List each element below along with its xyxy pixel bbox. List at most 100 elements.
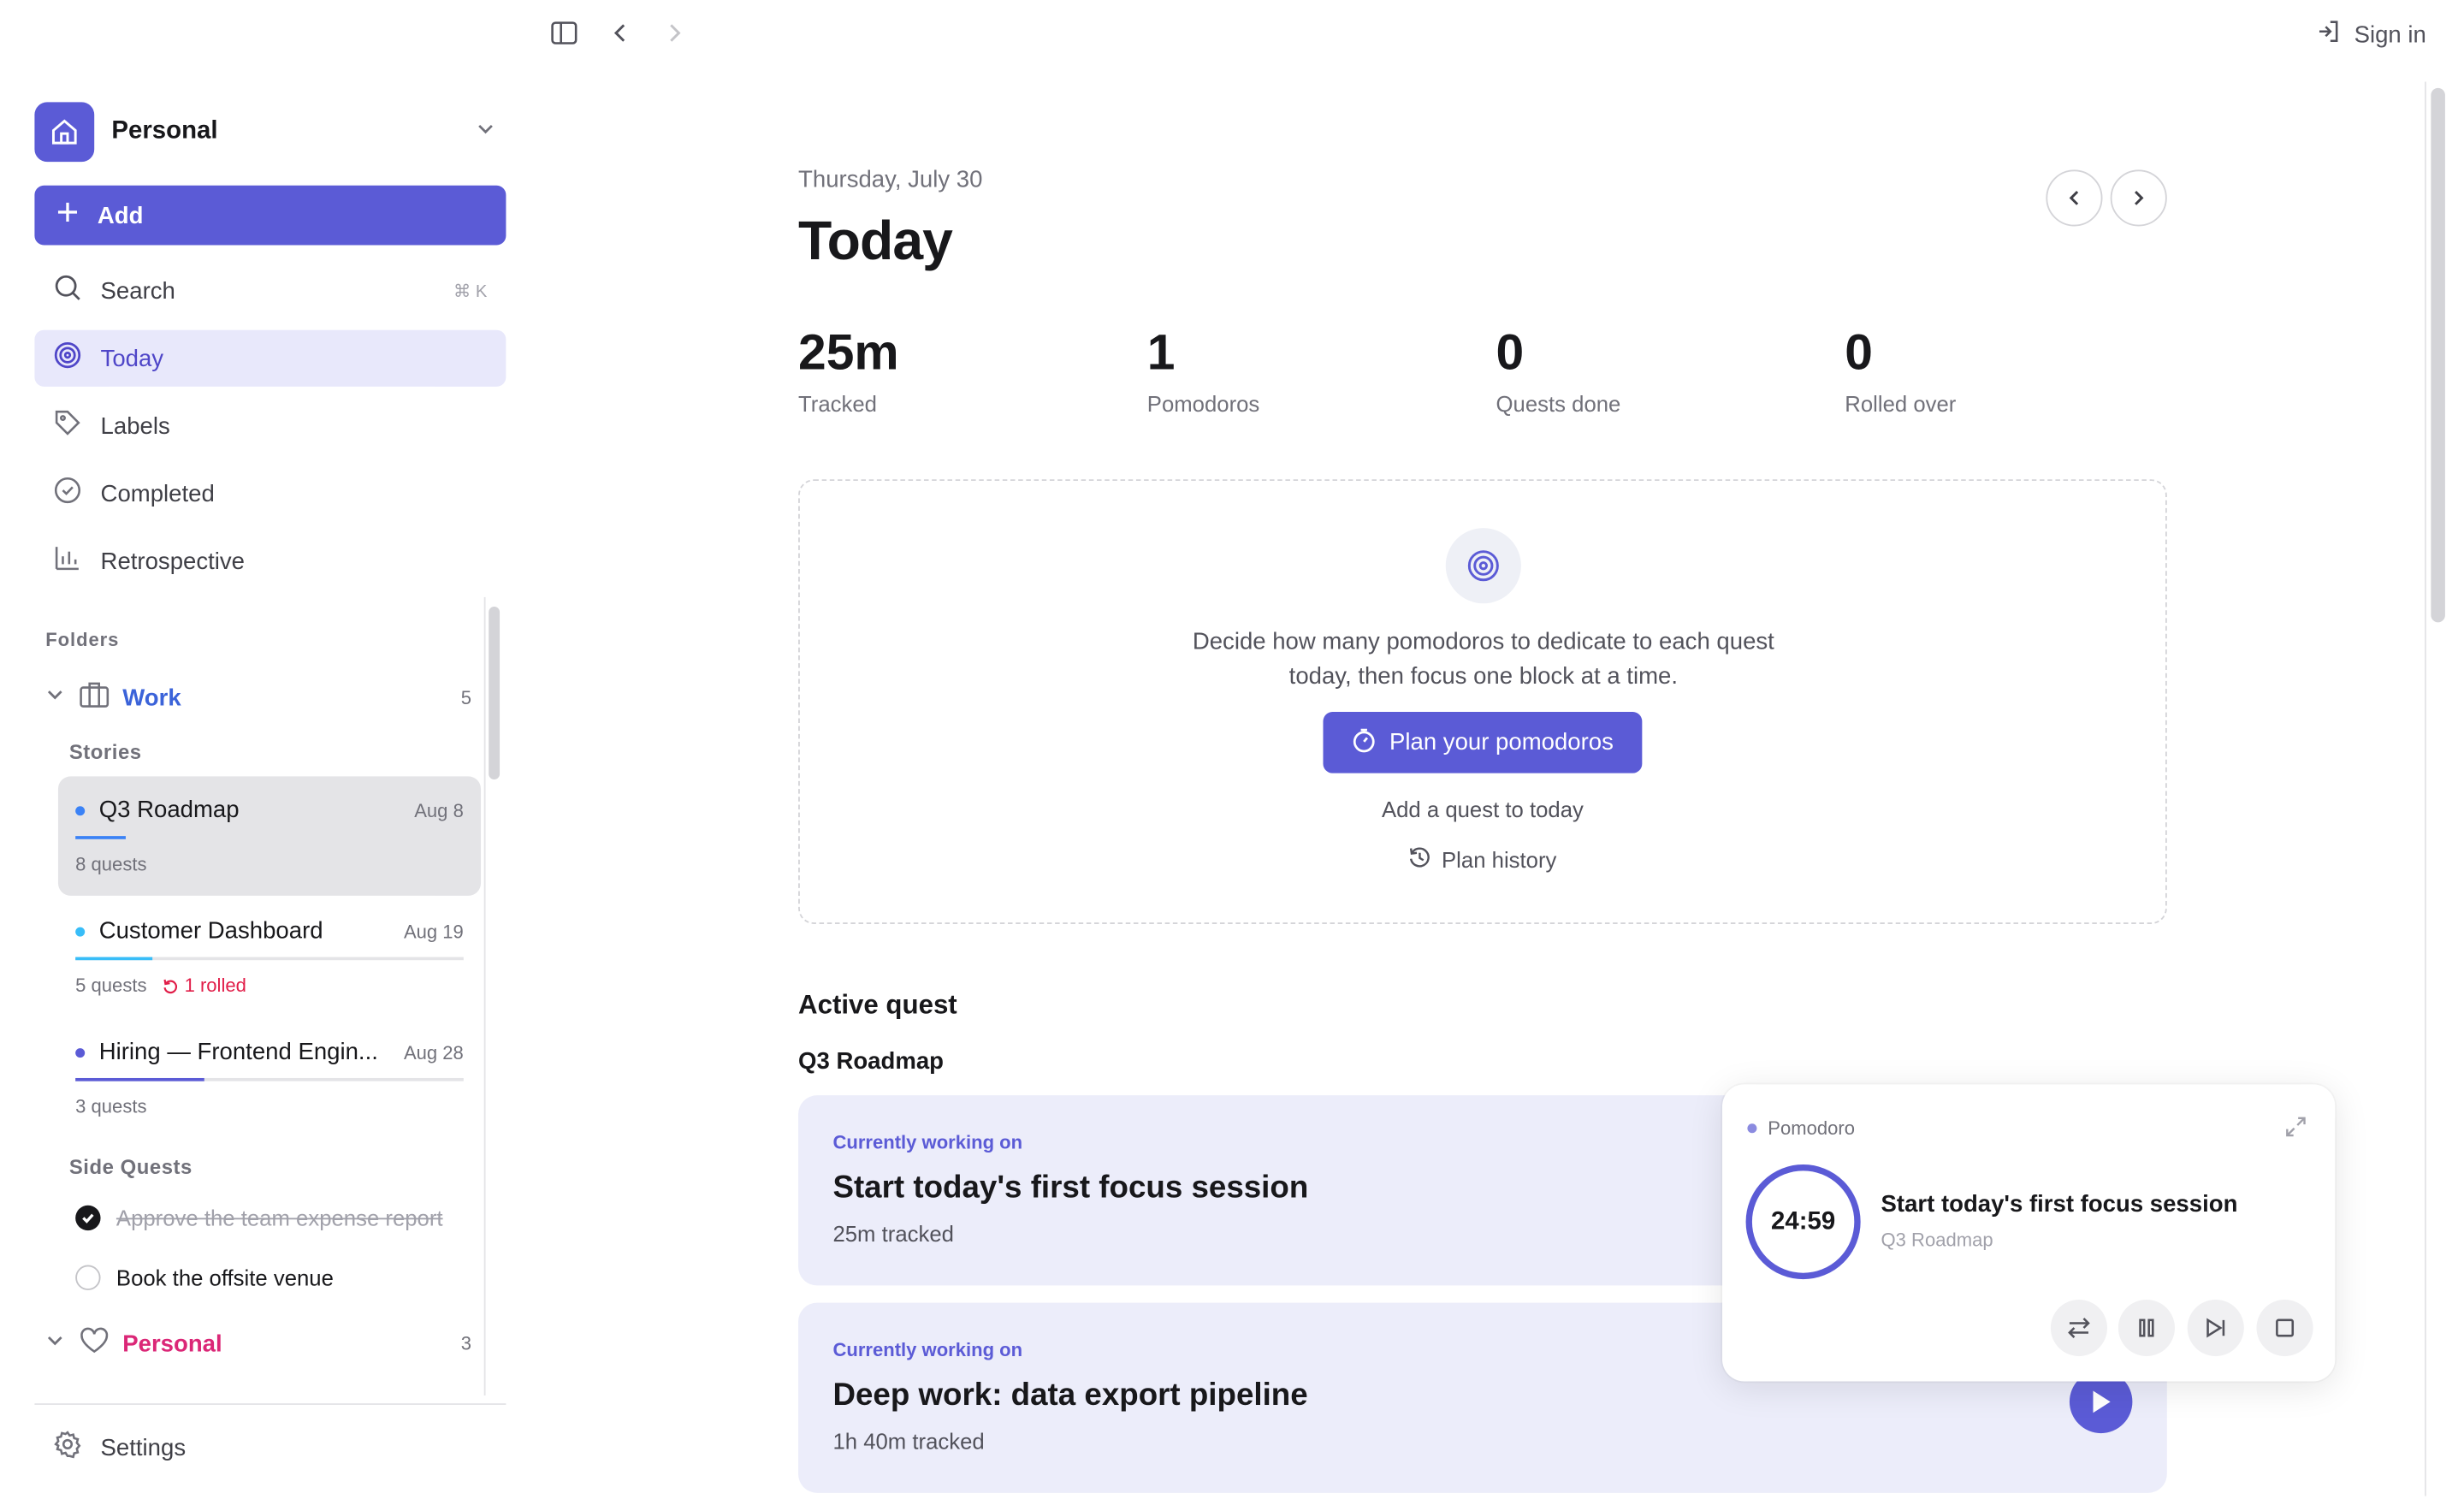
plus-icon <box>56 201 79 229</box>
previous-day-button[interactable] <box>2046 169 2103 227</box>
status-dot <box>1747 1123 1757 1134</box>
pause-button[interactable] <box>2118 1299 2175 1357</box>
add-quest-link[interactable]: Add a quest to today <box>800 797 2165 821</box>
folder-work[interactable]: Work 5 <box>44 678 471 716</box>
add-button[interactable]: Add <box>34 185 506 246</box>
scrollbar-thumb[interactable] <box>489 606 500 780</box>
next-day-button[interactable] <box>2110 169 2167 227</box>
sign-in-button[interactable]: Sign in <box>2317 19 2426 50</box>
plan-history-label: Plan history <box>1442 846 1557 873</box>
plan-description: Decide how many pomodoros to dedicate to… <box>1192 628 1774 690</box>
sign-in-label: Sign in <box>2354 21 2426 49</box>
side-quest-item[interactable]: Approve the team expense report <box>75 1205 443 1231</box>
history-icon <box>1408 845 1432 874</box>
skip-button[interactable] <box>2187 1299 2244 1357</box>
story-item-hiring[interactable]: Hiring — Frontend Engin... Aug 28 3 ques… <box>58 1018 481 1138</box>
stories-heading: Stories <box>68 740 142 764</box>
stat-pomodoros: 1 Pomodoros <box>1146 323 1260 417</box>
sidebar-item-labels[interactable]: Labels <box>34 398 506 454</box>
timer-display: 24:59 <box>1771 1207 1836 1235</box>
story-date: Aug 28 <box>403 1040 464 1064</box>
story-date: Aug 8 <box>414 798 464 821</box>
switch-quest-button[interactable] <box>2050 1299 2108 1357</box>
sidebar-item-label: Retrospective <box>100 548 246 575</box>
pomodoro-label: Pomodoro <box>1768 1117 1855 1140</box>
stop-button[interactable] <box>2256 1299 2313 1357</box>
sidebar-item-label: Completed <box>100 480 215 507</box>
search-label: Search <box>100 277 175 305</box>
side-quest-item[interactable]: Book the offsite venue <box>75 1265 334 1290</box>
current-date: Thursday, July 30 <box>798 166 983 193</box>
forward-arrow-icon[interactable] <box>665 21 684 54</box>
briefcase-icon <box>79 680 110 714</box>
add-label: Add <box>97 202 144 229</box>
stop-icon <box>2276 1318 2295 1337</box>
folder-count: 5 <box>460 686 472 709</box>
story-date: Aug 19 <box>403 920 464 943</box>
search-item[interactable]: Search ⌘ K <box>34 263 506 319</box>
quest-tracked: 25m tracked <box>832 1221 954 1247</box>
chevron-right-icon <box>2135 191 2144 205</box>
rolled-badge: 1 rolled <box>163 975 246 996</box>
active-story-name: Q3 Roadmap <box>798 1048 944 1075</box>
target-icon <box>1445 528 1521 604</box>
story-progress <box>75 1077 464 1081</box>
chevron-left-icon <box>2069 191 2079 205</box>
quest-status: Currently working on <box>832 1338 1023 1361</box>
stat-rolled-over: 0 Rolled over <box>1845 323 1957 417</box>
story-dot <box>75 926 86 936</box>
story-dot <box>75 805 86 815</box>
quest-tracked: 1h 40m tracked <box>832 1428 985 1454</box>
expand-icon[interactable] <box>2285 1116 2307 1146</box>
side-quest-label: Book the offsite venue <box>116 1265 334 1290</box>
stat-quests-done: 0 Quests done <box>1496 323 1621 417</box>
settings-label: Settings <box>100 1433 187 1461</box>
pomodoro-story: Q3 Roadmap <box>1881 1229 1993 1252</box>
timer-icon <box>1352 726 1377 758</box>
unchecked-checkbox-icon[interactable] <box>75 1265 101 1290</box>
timer-ring: 24:59 <box>1745 1164 1861 1280</box>
story-progress <box>75 836 464 839</box>
story-item-q3-roadmap[interactable]: Q3 Roadmap Aug 8 8 quests <box>57 776 482 896</box>
divider <box>34 1403 506 1406</box>
sidebar-item-retrospective[interactable]: Retrospective <box>34 533 506 590</box>
workspace-switcher[interactable]: Personal <box>34 101 506 163</box>
pomodoro-widget: Pomodoro 24:59 Start today's first focus… <box>1722 1084 2336 1382</box>
checked-checkbox-icon[interactable] <box>75 1205 101 1231</box>
folder-name: Work <box>122 684 181 712</box>
folders-heading: Folders <box>45 628 120 651</box>
sidebar-item-completed[interactable]: Completed <box>34 465 506 522</box>
check-circle-icon <box>53 477 81 511</box>
sidebar-toggle-icon[interactable] <box>550 19 578 55</box>
search-shortcut: ⌘ K <box>453 281 488 301</box>
gear-icon <box>53 1430 81 1464</box>
story-progress <box>75 957 464 961</box>
back-arrow-icon[interactable] <box>611 21 630 54</box>
workspace-name: Personal <box>111 117 218 145</box>
sign-in-icon <box>2317 19 2342 50</box>
chevron-down-icon <box>44 1330 66 1358</box>
folder-personal[interactable]: Personal 3 <box>44 1324 471 1362</box>
story-title: Q3 Roadmap <box>98 797 240 824</box>
sidebar-item-today[interactable]: Today <box>34 329 506 387</box>
plan-history-link[interactable]: Plan history <box>800 845 2165 874</box>
home-icon <box>34 102 95 163</box>
pause-icon <box>2139 1318 2154 1337</box>
plan-card: Decide how many pomodoros to dedicate to… <box>798 479 2167 924</box>
bar-chart-icon <box>53 543 81 578</box>
sidebar-item-label: Today <box>100 345 164 372</box>
tag-icon <box>53 409 81 443</box>
quest-title: Deep work: data export pipeline <box>832 1378 1308 1413</box>
main-scrollbar-thumb[interactable] <box>2431 87 2445 623</box>
sidebar-scrollbar[interactable] <box>483 596 500 1395</box>
chevron-down-icon <box>475 117 497 147</box>
stat-tracked: 25m Tracked <box>798 323 899 417</box>
story-dot <box>75 1047 86 1058</box>
settings-item[interactable]: Settings <box>34 1419 506 1476</box>
main-scroll-track <box>2425 81 2426 1496</box>
story-item-customer-dashboard[interactable]: Customer Dashboard Aug 19 5 quests 1 rol… <box>58 898 481 1017</box>
search-icon <box>53 274 81 308</box>
quest-title: Start today's first focus session <box>832 1170 1309 1206</box>
swap-icon <box>2068 1318 2090 1338</box>
plan-pomodoros-button[interactable]: Plan your pomodoros <box>1323 712 1643 773</box>
